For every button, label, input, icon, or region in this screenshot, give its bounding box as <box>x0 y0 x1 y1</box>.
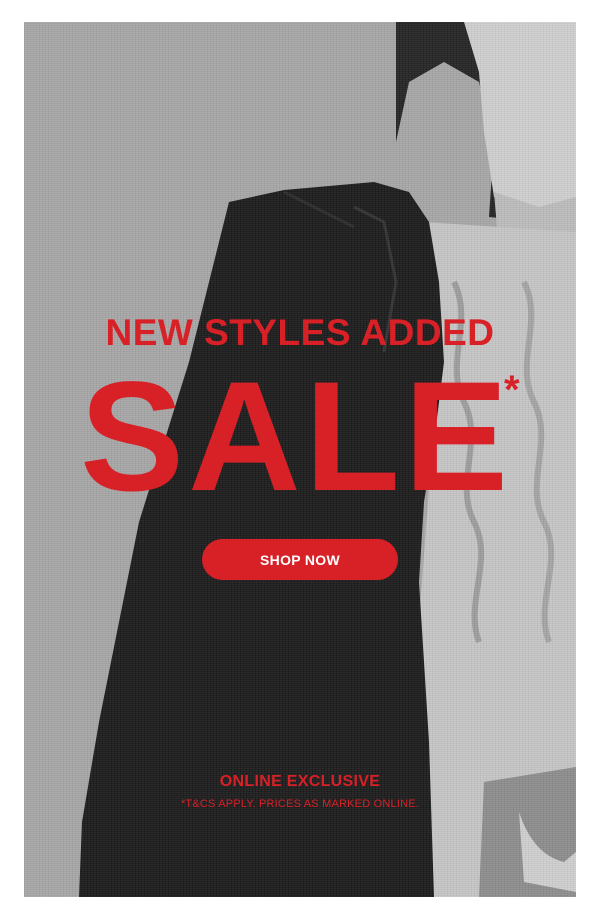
sale-asterisk: * <box>504 368 520 412</box>
shop-now-label: SHOP NOW <box>260 551 340 568</box>
sale-banner[interactable]: NEW STYLES ADDED SALE * SHOP NOW ONLINE … <box>24 22 576 897</box>
online-exclusive-note: ONLINE EXCLUSIVE <box>219 773 381 790</box>
terms-disclaimer: *T&CS APPLY. PRICES AS MARKED ONLINE. <box>180 798 420 810</box>
promo-headline: NEW STYLES ADDED <box>105 312 495 353</box>
shop-now-button[interactable]: SHOP NOW <box>202 539 398 580</box>
sale-title: SALE <box>80 350 513 524</box>
